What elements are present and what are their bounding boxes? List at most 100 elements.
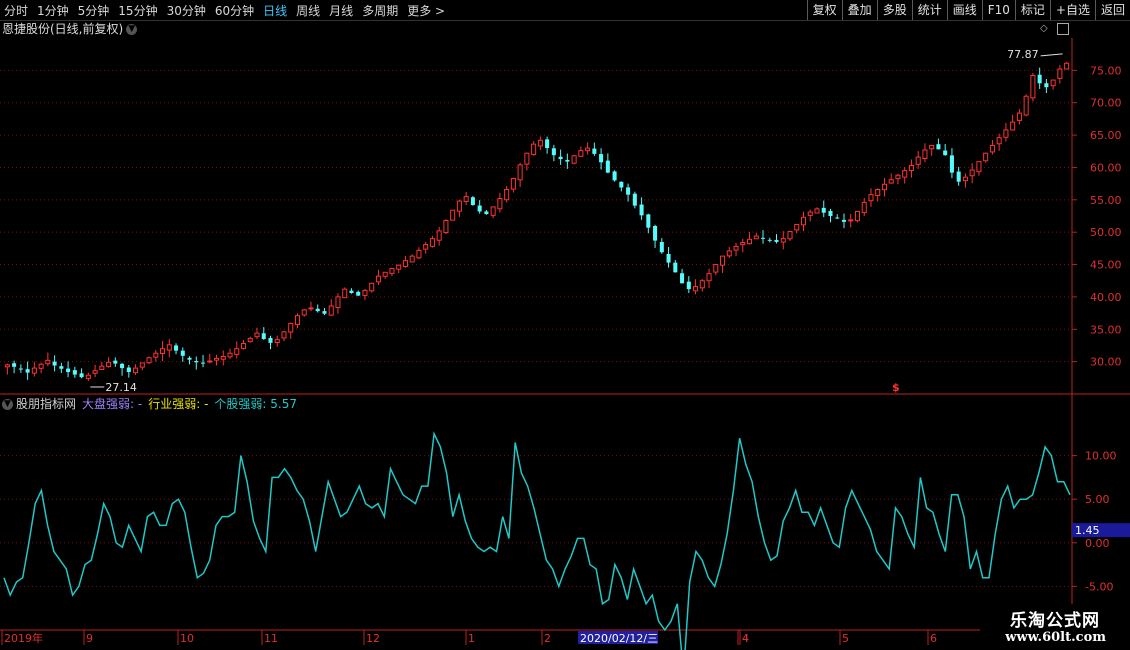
candle-body [436,230,442,241]
candle-body [794,223,800,231]
candle-body [470,197,475,205]
candle-body [517,164,523,181]
candle-body [402,260,408,267]
candlestick-series [4,61,1070,381]
candle-body [79,373,84,378]
indicator-line-series: 1.45 [3,431,1130,650]
candle-body [375,275,381,283]
candle-body [52,361,57,366]
candle-body [92,370,98,374]
high-price-label: 77.87 [1007,48,1039,61]
candle-body [976,161,982,173]
watermark-url: www.60lt.com [1005,630,1106,645]
candle-body [335,296,341,308]
candle-body [59,366,64,369]
candle-body [139,362,145,368]
candle-body [1003,129,1009,138]
candle-body [1064,62,1070,70]
candle-body [315,308,320,312]
candle-body [409,255,415,263]
candle-body [592,148,597,154]
candle-body [423,243,429,250]
candle-body [120,363,125,369]
candle-body [895,174,901,180]
candle-body [113,360,118,364]
indicator-header: ▼ 股朋指标网 大盘强弱: - 行业强弱: - 个股强弱: 5.57 [2,396,297,412]
candle-body [760,237,766,239]
candle-body [733,245,739,251]
candle-body [382,271,388,277]
candle-body [1010,121,1016,131]
candle-body [247,337,253,343]
candle-body [389,267,395,274]
candle-body [996,137,1002,145]
indicator-tick-label: 10.00 [1085,450,1117,463]
high-price-arrow [1040,53,1063,57]
candle-body [369,282,375,292]
time-tick-label: 10 [180,632,194,645]
price-tick-label: 55.00 [1090,194,1122,207]
candle-body [943,150,948,156]
window-icon[interactable] [1057,23,1069,35]
candle-body [653,225,658,241]
indicator-line [3,431,1071,650]
price-tick-label: 60.00 [1090,161,1122,174]
candle-body [814,208,820,214]
candle-body [201,362,206,364]
candle-body [25,369,30,373]
indicator-tick-label: -5.00 [1085,580,1113,593]
candle-body [443,220,449,234]
candle-body [902,170,908,178]
candle-body [780,238,786,243]
price-tick-label: 65.00 [1090,129,1122,142]
candle-body [861,201,867,214]
candle-body [12,363,17,367]
chevron-down-icon[interactable]: ▼ [2,399,13,410]
candle-body [4,364,10,368]
time-tick-label: 11 [264,632,278,645]
candle-body [841,219,847,222]
candle-body [720,255,726,266]
candle-body [504,188,510,201]
candle-body [767,239,772,241]
candle-body [349,290,354,294]
candle-body [180,350,185,356]
candle-body [160,348,166,355]
candle-body [328,305,334,316]
candle-body [133,367,139,374]
candle-body [463,196,469,203]
candle-body [342,288,348,299]
candle-body [537,139,543,147]
candle-body [274,339,280,343]
candle-body [477,205,482,212]
candle-body [753,235,759,240]
current-value-text: 1.45 [1075,524,1100,537]
candle-body [605,160,610,173]
candle-body [187,357,192,360]
candle-body [1037,74,1042,84]
indicator-tick-label: 0.00 [1085,537,1110,550]
candle-body [639,204,644,216]
candle-body [207,360,213,363]
candle-body [908,165,914,171]
candle-body [31,367,37,374]
candle-body [969,169,975,177]
candle-body [416,249,422,259]
dollar-marker-icon: $ [892,381,900,394]
candle-body [362,289,368,296]
time-tick-label: 4 [742,632,749,645]
candle-body [680,273,685,284]
candle-body [565,159,570,162]
candle-body [288,322,294,333]
candle-body [659,241,664,253]
candle-body [301,309,307,316]
candle-body [713,264,719,273]
kline-chart[interactable]: 1.45 75.0070.0065.0060.0055.0050.0045.00… [0,0,1130,650]
diamond-icon[interactable]: ◇ [1040,23,1048,34]
candle-body [881,183,887,191]
candle-body [693,286,699,292]
candle-body [619,181,624,188]
time-tick-label: 6 [930,632,937,645]
candle-body [848,219,854,222]
candle-body [261,333,266,339]
